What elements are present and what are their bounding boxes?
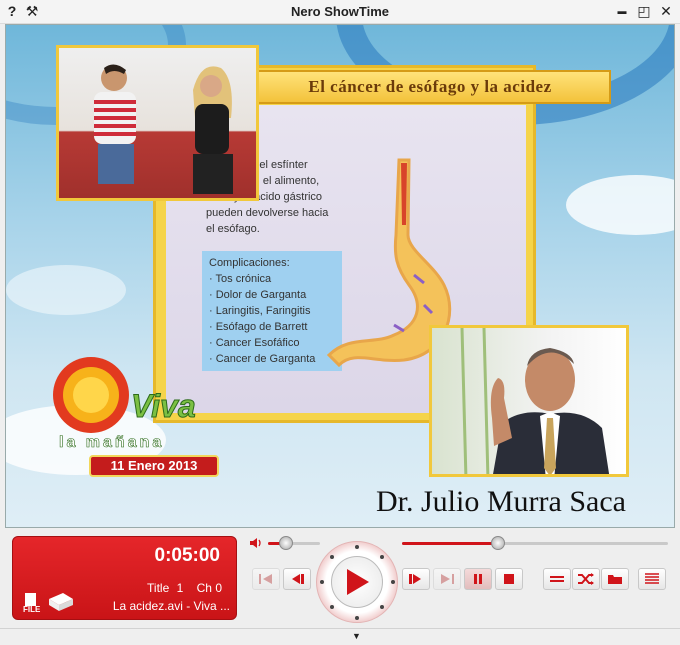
ring-dot xyxy=(380,555,384,559)
playlist-button[interactable] xyxy=(638,568,666,590)
repeat-icon xyxy=(550,576,564,582)
play-button[interactable] xyxy=(331,556,383,608)
ring-dot xyxy=(355,545,359,549)
ring-dot xyxy=(380,605,384,609)
host-woman xyxy=(193,66,233,194)
restore-icon[interactable]: ◰ xyxy=(636,3,652,19)
title-bar: ? ⚒ Nero ShowTime ▬ ◰ ✕ xyxy=(0,0,680,24)
playback-time: 0:05:00 xyxy=(154,545,221,566)
svg-text:la mañana: la mañana xyxy=(59,434,164,451)
pause-button[interactable] xyxy=(464,568,492,590)
cloud xyxy=(6,265,126,315)
complication-item: · Cancer Esofáfico xyxy=(209,337,300,349)
slide-title: El cáncer de esófago y la acidez xyxy=(249,70,611,104)
ring-dot xyxy=(355,616,359,620)
file-source-icon[interactable]: FILE xyxy=(23,591,75,615)
doctor xyxy=(460,328,610,474)
complication-item: · Dolor de Garganta xyxy=(209,289,307,301)
svg-text:Viva: Viva xyxy=(131,388,196,424)
complication-item: · Esófago de Barrett xyxy=(209,321,308,333)
rewind-button[interactable] xyxy=(283,568,311,590)
ring-dot xyxy=(391,580,395,584)
chapter-label: Ch 0 xyxy=(196,581,222,595)
shuffle-icon xyxy=(578,573,594,585)
folder-icon xyxy=(608,575,622,584)
volume-slider[interactable] xyxy=(268,536,320,550)
title-number: 1 xyxy=(176,581,184,595)
volume-icon[interactable] xyxy=(249,537,263,549)
pause-icon xyxy=(474,574,482,584)
ring-dot xyxy=(330,555,334,559)
open-folder-button[interactable] xyxy=(601,568,629,590)
nero-showtime-window: ? ⚒ Nero ShowTime ▬ ◰ ✕ El cáncer de esó… xyxy=(0,0,680,645)
file-name: La acidez.avi - Viva ... xyxy=(112,599,230,613)
complication-item: · Laringitis, Faringitis xyxy=(209,305,311,317)
info-display: 0:05:00 Title 1 Ch 0 La acidez.avi - Viv… xyxy=(12,536,237,620)
bottom-bar: ▼ xyxy=(0,628,680,645)
complications-title: Complicaciones: xyxy=(209,257,290,269)
host-man xyxy=(94,64,136,184)
skip-forward-button[interactable] xyxy=(433,568,461,590)
title-chapter-info: Title 1 Ch 0 xyxy=(143,581,222,595)
complication-item: · Tos crónica xyxy=(209,273,272,285)
doctor-inset xyxy=(429,325,629,477)
ring-dot xyxy=(320,580,324,584)
playlist-icon xyxy=(645,573,659,584)
file-icon-label: FILE xyxy=(23,605,41,614)
forward-icon xyxy=(409,574,421,584)
seek-knob[interactable] xyxy=(491,536,505,550)
minimize-icon[interactable]: ▬ xyxy=(614,3,630,19)
date-badge: 11 Enero 2013 xyxy=(89,455,219,477)
play-icon xyxy=(347,569,369,595)
hosts-inset xyxy=(56,45,259,201)
title-label: Title xyxy=(147,581,170,595)
skip-back-button[interactable] xyxy=(252,568,280,590)
stop-icon xyxy=(504,574,514,584)
stop-button[interactable] xyxy=(495,568,523,590)
video-display[interactable]: El cáncer de esófago y la acidez culo de… xyxy=(5,24,675,528)
shuffle-button[interactable] xyxy=(572,568,600,590)
forward-button[interactable] xyxy=(402,568,430,590)
volume-knob[interactable] xyxy=(279,536,293,550)
cloud xyxy=(566,175,674,235)
seek-fill xyxy=(402,542,498,545)
complications-box: Complicaciones: · Tos crónica · Dolor de… xyxy=(202,251,342,371)
ring-dot xyxy=(330,605,334,609)
seek-bar[interactable] xyxy=(402,536,668,550)
collapse-panel-icon[interactable]: ▼ xyxy=(352,631,361,641)
skip-back-icon xyxy=(259,574,272,584)
close-icon[interactable]: ✕ xyxy=(658,3,674,19)
repeat-button[interactable] xyxy=(543,568,571,590)
window-title: Nero ShowTime xyxy=(290,4,389,19)
skip-forward-icon xyxy=(441,574,454,584)
rewind-icon xyxy=(292,574,304,584)
video-caption: Dr. Julio Murra Saca xyxy=(376,485,626,518)
